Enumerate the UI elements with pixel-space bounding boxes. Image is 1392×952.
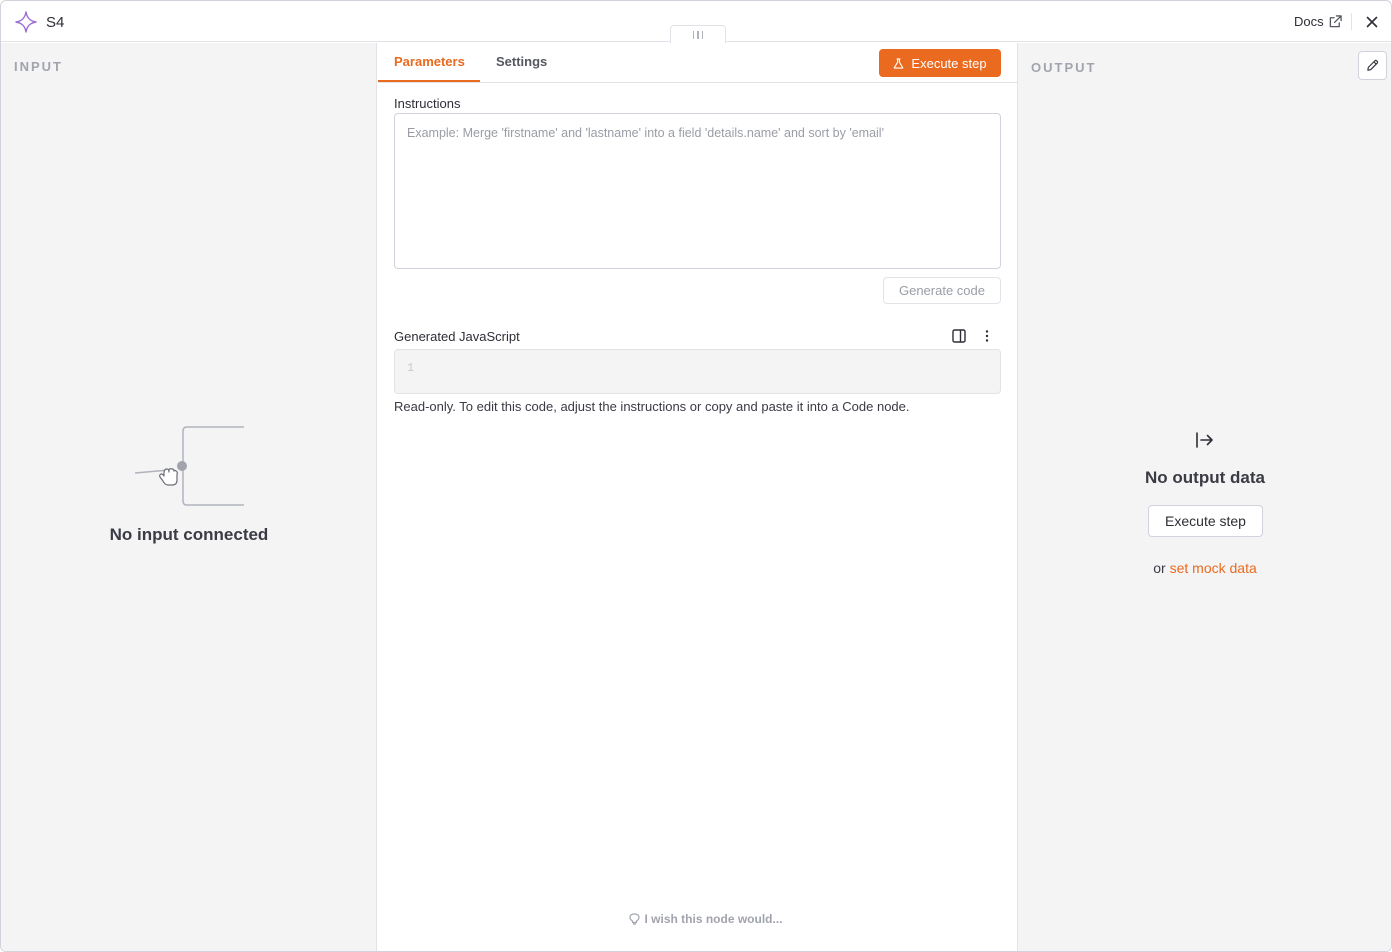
output-arrow-icon bbox=[1196, 432, 1213, 448]
input-panel: INPUT No input connected bbox=[1, 43, 377, 951]
header-divider bbox=[1351, 13, 1352, 30]
feedback-link[interactable]: I wish this node would... bbox=[378, 912, 1033, 926]
panel-drag-handle[interactable] bbox=[670, 25, 726, 43]
tab-bar: Parameters Settings Execute step bbox=[378, 43, 1017, 83]
close-icon[interactable] bbox=[1364, 14, 1380, 30]
no-input-illustration bbox=[134, 426, 244, 506]
feedback-label: I wish this node would... bbox=[644, 912, 783, 926]
more-options-icon[interactable] bbox=[979, 328, 995, 344]
external-link-icon bbox=[1329, 15, 1342, 28]
node-details-modal: S4 Docs INPUT No input connected Paramet… bbox=[0, 0, 1392, 952]
execute-step-button[interactable]: Execute step bbox=[879, 49, 1001, 77]
input-panel-title: INPUT bbox=[14, 59, 63, 74]
generate-code-button[interactable]: Generate code bbox=[883, 277, 1001, 304]
set-mock-data-link[interactable]: set mock data bbox=[1170, 560, 1257, 576]
output-panel: OUTPUT No output data Execute step or se… bbox=[1017, 43, 1391, 951]
or-text: or bbox=[1153, 560, 1166, 576]
pencil-icon bbox=[1367, 59, 1379, 71]
readonly-note: Read-only. To edit this code, adjust the… bbox=[394, 399, 910, 414]
parameters-panel: Parameters Settings Execute step Instruc… bbox=[378, 43, 1017, 951]
code-line-number: 1 bbox=[407, 361, 415, 375]
docs-link[interactable]: Docs bbox=[1294, 14, 1342, 29]
generated-javascript-label: Generated JavaScript bbox=[394, 329, 520, 344]
sparkle-icon bbox=[15, 11, 37, 33]
tab-parameters[interactable]: Parameters bbox=[394, 54, 465, 69]
mock-data-line: or set mock data bbox=[1018, 560, 1391, 576]
lightbulb-icon bbox=[628, 913, 640, 925]
edit-output-button[interactable] bbox=[1358, 51, 1387, 80]
side-panel-icon[interactable] bbox=[951, 328, 967, 344]
instructions-box bbox=[394, 113, 1001, 269]
node-title[interactable]: S4 bbox=[46, 14, 64, 31]
output-panel-title: OUTPUT bbox=[1031, 60, 1097, 75]
instructions-label: Instructions bbox=[394, 96, 461, 111]
flask-icon bbox=[894, 57, 904, 69]
no-output-text: No output data bbox=[1145, 468, 1265, 487]
execute-step-label: Execute step bbox=[911, 55, 987, 71]
output-execute-step-button[interactable]: Execute step bbox=[1148, 505, 1263, 537]
generated-code-editor[interactable]: 1 bbox=[394, 349, 1001, 394]
docs-label: Docs bbox=[1294, 14, 1324, 29]
no-input-text: No input connected bbox=[109, 525, 269, 544]
instructions-input[interactable] bbox=[407, 126, 988, 256]
active-tab-indicator bbox=[378, 80, 480, 82]
tab-settings[interactable]: Settings bbox=[496, 54, 547, 69]
